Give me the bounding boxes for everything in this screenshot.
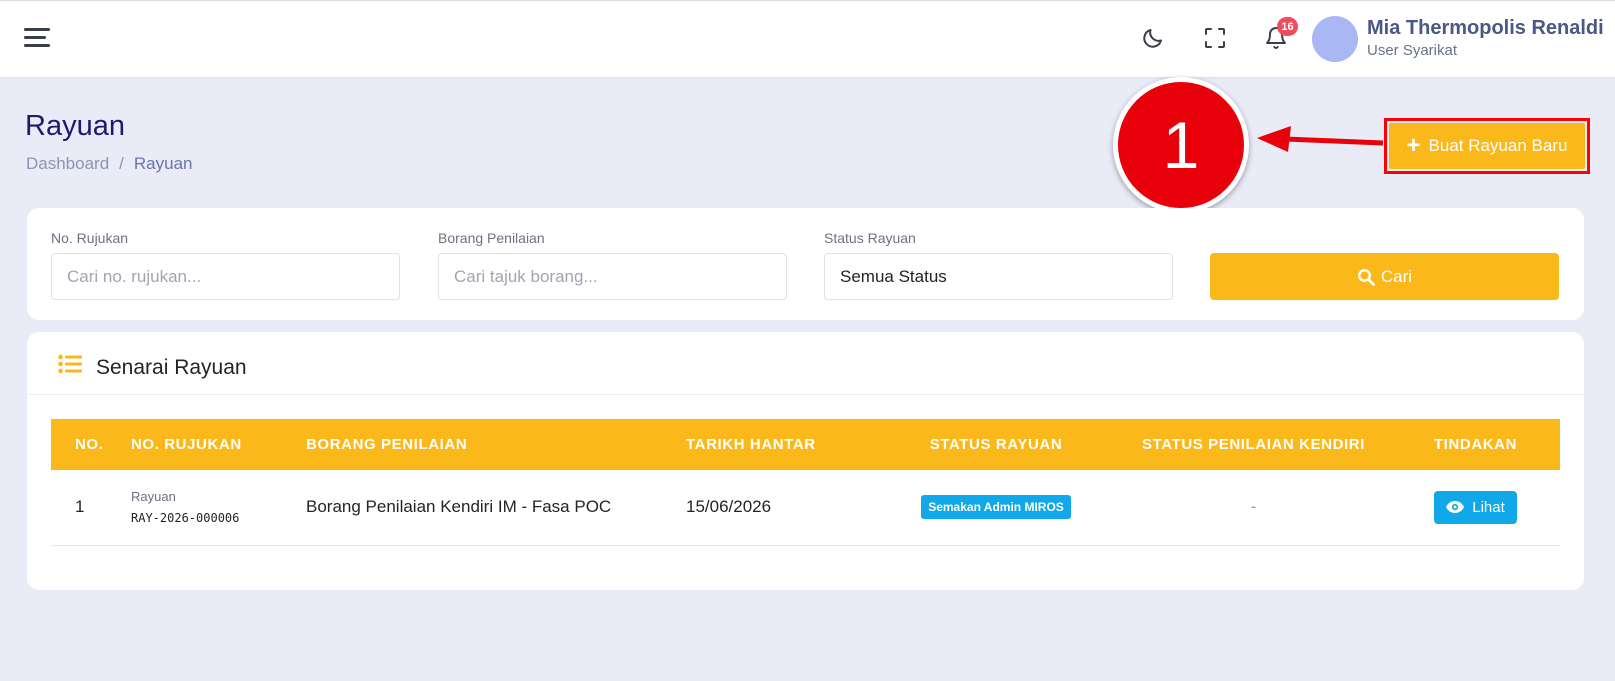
view-button[interactable]: Lihat <box>1434 490 1517 524</box>
row-number: 1 <box>75 497 85 517</box>
bell-icon[interactable]: 16 <box>1261 17 1298 53</box>
eye-icon <box>1446 501 1465 514</box>
breadcrumb-dashboard[interactable]: Dashboard <box>26 154 109 173</box>
annotation-arrow-icon <box>1257 126 1384 152</box>
column-header: TARIKH HANTAR <box>686 436 816 453</box>
page-title: Rayuan <box>25 110 125 142</box>
appeal-table: NO. NO. RUJUKAN BORANG PENILAIAN TARIKH … <box>51 419 1560 546</box>
column-header: TINDAKAN <box>1433 436 1518 453</box>
row-form: Borang Penilaian Kendiri IM - Fasa POC <box>306 497 612 517</box>
row-reference-code: RAY-2026-000006 <box>131 511 240 526</box>
status-select[interactable]: Semua Status <box>824 253 1173 300</box>
create-appeal-label: Buat Rayuan Baru <box>1428 136 1568 155</box>
ref-search-input[interactable] <box>51 253 400 300</box>
search-button[interactable]: Cari <box>1210 253 1559 300</box>
status-badge: Semakan Admin MIROS <box>921 495 1071 520</box>
user-name[interactable]: Mia Thermopolis Renaldi <box>1367 17 1604 40</box>
row-action-cell: Lihat <box>1391 470 1560 545</box>
column-header: STATUS PENILAIAN KENDIRI <box>1141 436 1365 453</box>
row-status-cell: Semakan Admin MIROS <box>876 470 1116 545</box>
column-header: STATUS RAYUAN <box>929 436 1063 453</box>
list-icon <box>58 354 82 374</box>
hamburger-icon[interactable] <box>24 27 52 49</box>
list-title: Senarai Rayuan <box>96 356 247 379</box>
column-header: NO. <box>75 436 104 453</box>
create-appeal-button[interactable]: + Buat Rayuan Baru <box>1389 123 1585 169</box>
notification-badge: 16 <box>1277 17 1298 36</box>
row-reference-type: Rayuan <box>131 489 176 505</box>
form-search-input[interactable] <box>438 253 787 300</box>
appeal-list-card: Senarai Rayuan NO. NO. RUJUKAN BORANG PE… <box>27 332 1584 590</box>
row-date: 15/06/2026 <box>686 497 772 517</box>
filter-card: No. Rujukan Borang Penilaian Status Rayu… <box>27 208 1584 320</box>
annotation-highlight-box: + Buat Rayuan Baru <box>1384 118 1590 174</box>
top-navbar: 16 Mia Thermopolis Renaldi User Syarikat <box>0 0 1615 77</box>
avatar[interactable] <box>1312 16 1358 62</box>
status-label: Status Rayuan <box>824 230 916 246</box>
user-role: User Syarikat <box>1367 42 1458 59</box>
row-self-status: - <box>1250 497 1257 517</box>
column-header: BORANG PENILAIAN <box>306 436 468 453</box>
fullscreen-icon[interactable] <box>1200 23 1230 53</box>
list-header: Senarai Rayuan <box>27 332 1584 395</box>
annotation-step-marker: 1 <box>1113 77 1249 213</box>
search-button-label: Cari <box>1380 266 1413 286</box>
table-header-row: NO. NO. RUJUKAN BORANG PENILAIAN TARIKH … <box>51 419 1560 470</box>
form-label: Borang Penilaian <box>438 230 545 246</box>
breadcrumb-separator: / <box>119 154 124 173</box>
search-icon <box>1357 268 1375 286</box>
plus-icon: + <box>1406 132 1421 159</box>
column-header: NO. RUJUKAN <box>131 436 242 453</box>
row-reference: Rayuan RAY-2026-000006 <box>131 470 306 545</box>
breadcrumb-current: Rayuan <box>133 154 193 173</box>
ref-label: No. Rujukan <box>51 230 129 246</box>
table-row: 1 Rayuan RAY-2026-000006 Borang Penilaia… <box>51 470 1560 545</box>
moon-icon[interactable] <box>1138 23 1168 53</box>
status-select-value: Semua Status <box>840 266 947 286</box>
view-button-label: Lihat <box>1472 498 1505 516</box>
breadcrumb: Dashboard / Rayuan <box>26 154 193 174</box>
